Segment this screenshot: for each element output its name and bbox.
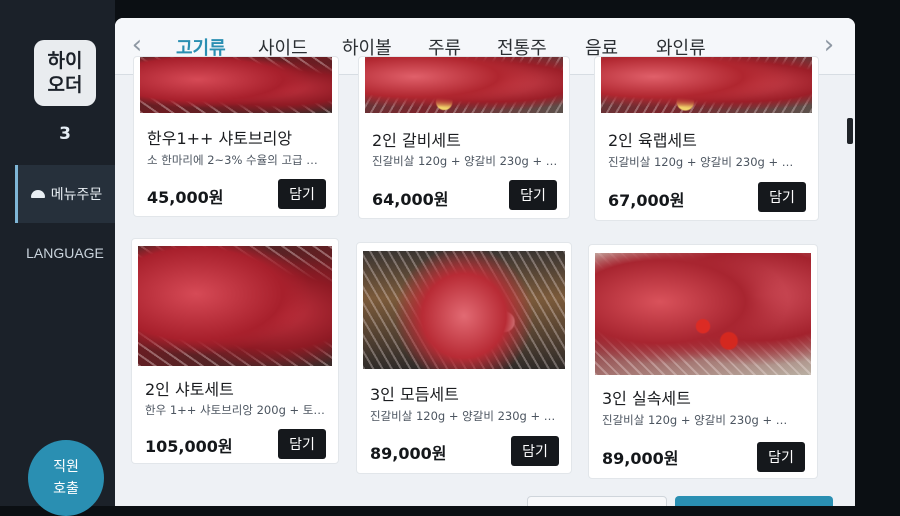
product-description: 진갈비살 120g + 양갈비 230g + … bbox=[372, 154, 557, 168]
logo-line-2: 오더 bbox=[47, 74, 83, 96]
product-card[interactable]: 2인 샤토세트 한우 1++ 샤토브리앙 200g + 토… 105,000원 … bbox=[131, 238, 339, 464]
language-nav-item[interactable]: LANGUAGE bbox=[15, 236, 115, 270]
add-to-cart-button[interactable]: 담기 bbox=[758, 182, 806, 212]
product-name: 2인 육랩세트 bbox=[608, 131, 697, 150]
call-staff-button[interactable]: 직원 호출 bbox=[28, 440, 104, 516]
app-logo: 하이 오더 bbox=[34, 40, 96, 106]
product-card[interactable]: 3인 모듬세트 진갈비살 120g + 양갈비 230g + … 89,000원… bbox=[356, 242, 572, 474]
product-name: 3인 실속세트 bbox=[602, 389, 691, 408]
product-image bbox=[138, 246, 332, 366]
product-name: 한우1++ 샤토브리앙 bbox=[147, 129, 293, 148]
add-to-cart-button[interactable]: 담기 bbox=[511, 436, 559, 466]
product-name: 2인 갈비세트 bbox=[372, 131, 461, 150]
product-price: 67,000원 bbox=[608, 191, 685, 210]
call-staff-line-2: 호출 bbox=[53, 481, 79, 497]
product-description: 진갈비살 120g + 양갈비 230g + … bbox=[608, 155, 794, 169]
product-price: 89,000원 bbox=[370, 444, 447, 463]
product-description: 한우 1++ 샤토브리앙 200g + 토… bbox=[145, 403, 325, 417]
product-image bbox=[601, 57, 812, 113]
product-description: 진갈비살 120g + 양갈비 230g + … bbox=[370, 409, 556, 423]
product-name: 3인 모듬세트 bbox=[370, 385, 459, 404]
product-price: 45,000원 bbox=[147, 188, 224, 207]
add-to-cart-button[interactable]: 담기 bbox=[278, 429, 326, 459]
chevron-right-icon[interactable]: › bbox=[819, 30, 839, 60]
add-to-cart-button[interactable]: 담기 bbox=[757, 442, 805, 472]
sidebar: 하이 오더 3 메뉴주문 LANGUAGE 직원 호출 bbox=[0, 0, 115, 516]
language-label: LANGUAGE bbox=[26, 245, 104, 261]
product-name: 2인 샤토세트 bbox=[145, 380, 234, 399]
product-image bbox=[365, 57, 563, 113]
product-description: 소 한마리에 2~3% 수율의 고급 … bbox=[147, 153, 318, 167]
scrollbar-thumb[interactable] bbox=[847, 118, 853, 144]
product-price: 89,000원 bbox=[602, 449, 679, 468]
product-price: 64,000원 bbox=[372, 190, 449, 209]
product-image bbox=[363, 251, 565, 369]
menu-order-nav-item[interactable]: 메뉴주문 bbox=[15, 165, 115, 223]
cart-button[interactable] bbox=[675, 496, 833, 506]
order-history-button[interactable] bbox=[527, 496, 667, 506]
add-to-cart-button[interactable]: 담기 bbox=[509, 180, 557, 210]
call-staff-line-1: 직원 bbox=[53, 459, 79, 475]
table-number: 3 bbox=[59, 124, 71, 144]
menu-panel: ‹ 고기류 사이드 하이볼 주류 전통주 음료 와인류 › 한우1++ 샤토브리… bbox=[115, 18, 855, 506]
menu-order-label: 메뉴주문 bbox=[50, 187, 103, 203]
product-card[interactable]: 3인 실속세트 진갈비살 120g + 양갈비 230g + … 89,000원… bbox=[588, 244, 818, 479]
product-description: 진갈비살 120g + 양갈비 230g + … bbox=[602, 413, 788, 427]
product-image bbox=[140, 57, 332, 113]
logo-line-1: 하이 bbox=[47, 50, 83, 72]
product-price: 105,000원 bbox=[145, 437, 233, 456]
product-card[interactable]: 2인 갈비세트 진갈비살 120g + 양갈비 230g + … 64,000원… bbox=[358, 56, 570, 219]
product-card[interactable]: 2인 육랩세트 진갈비살 120g + 양갈비 230g + … 67,000원… bbox=[594, 56, 819, 221]
product-image bbox=[595, 253, 811, 375]
add-to-cart-button[interactable]: 담기 bbox=[278, 179, 326, 209]
product-card[interactable]: 한우1++ 샤토브리앙 소 한마리에 2~3% 수율의 고급 … 45,000원… bbox=[133, 56, 339, 217]
bell-icon bbox=[30, 190, 45, 198]
